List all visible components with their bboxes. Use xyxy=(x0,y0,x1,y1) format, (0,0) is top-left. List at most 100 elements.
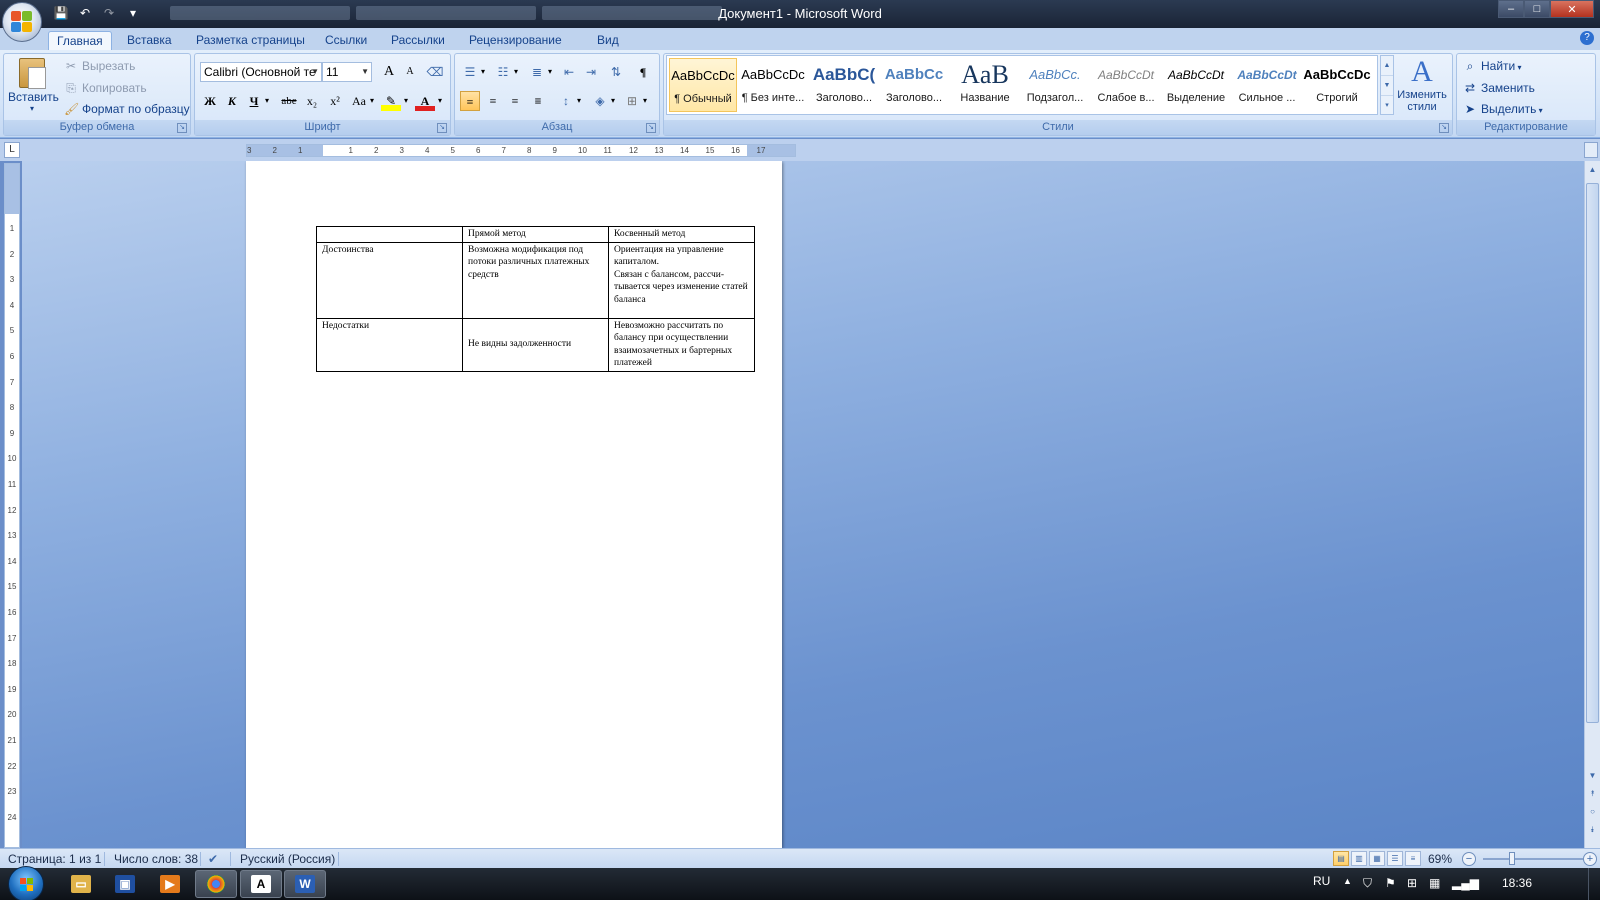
underline-dropdown-icon[interactable]: ▾ xyxy=(262,91,272,111)
change-styles-button[interactable]: A Изменить стили xyxy=(1394,55,1450,117)
paragraph-launcher-icon[interactable]: ↘ xyxy=(646,123,656,133)
start-button[interactable] xyxy=(8,866,44,900)
zoom-slider-thumb[interactable] xyxy=(1509,852,1515,865)
multilevel-dropdown-icon[interactable]: ▾ xyxy=(545,62,555,82)
select-button[interactable]: ➤ Выделить ▾ xyxy=(1463,99,1543,119)
vertical-ruler[interactable]: 1 2 3 4 5 6 7 8 9 10 11 12 13 14 15 16 17 18 19 20 21 22 23 24 xyxy=(4,163,20,848)
shrink-font-button[interactable]: A xyxy=(400,62,420,82)
table-cell[interactable] xyxy=(316,226,463,243)
taskbar-chrome[interactable] xyxy=(195,870,237,898)
paste-dropdown-icon[interactable]: ▾ xyxy=(8,104,56,113)
underline-button[interactable]: Ч xyxy=(244,91,264,111)
show-desktop-button[interactable] xyxy=(1588,868,1600,900)
styles-launcher-icon[interactable]: ↘ xyxy=(1439,123,1449,133)
web-layout-icon[interactable]: ▦ xyxy=(1369,851,1385,866)
style-title[interactable]: AaB Название xyxy=(951,58,1019,112)
page-count[interactable]: Страница: 1 из 1 xyxy=(8,851,101,867)
format-painter-button[interactable]: 🖌 Формат по образцу xyxy=(64,99,190,119)
clipboard-launcher-icon[interactable]: ↘ xyxy=(177,123,187,133)
scroll-up-icon[interactable]: ▲ xyxy=(1586,163,1599,177)
taskbar-media-player[interactable]: ▶ xyxy=(149,870,191,898)
windows-tray-icon[interactable]: ⊞ xyxy=(1407,876,1417,890)
style-heading-2[interactable]: AaBbCc Заголово... xyxy=(880,58,948,112)
bullets-icon[interactable]: ☰ xyxy=(460,62,480,82)
clear-formatting-icon[interactable]: ⌫ xyxy=(425,62,445,82)
font-family-select[interactable]: Calibri (Основной те ▼ xyxy=(200,62,322,82)
outline-icon[interactable]: ☰ xyxy=(1387,851,1403,866)
font-launcher-icon[interactable]: ↘ xyxy=(437,123,447,133)
gallery-up-icon[interactable]: ▲ xyxy=(1381,56,1393,76)
taskbar-word[interactable]: W xyxy=(284,870,326,898)
full-screen-reading-icon[interactable]: ▥ xyxy=(1351,851,1367,866)
italic-button[interactable]: К xyxy=(222,91,242,111)
shading-icon[interactable]: ◈ xyxy=(590,91,610,111)
view-ruler-icon[interactable] xyxy=(1584,142,1598,158)
table-cell[interactable]: Ориентация на управление капиталом. Связ… xyxy=(608,241,755,319)
gallery-more-icon[interactable]: ▾ xyxy=(1381,96,1393,116)
highlight-dropdown-icon[interactable]: ▾ xyxy=(401,91,411,111)
line-spacing-dropdown-icon[interactable]: ▾ xyxy=(574,91,584,111)
taskbar-save-app[interactable]: ▣ xyxy=(104,870,146,898)
zoom-level[interactable]: 69% xyxy=(1428,851,1452,867)
draft-icon[interactable]: ≡ xyxy=(1405,851,1421,866)
zoom-slider[interactable] xyxy=(1483,858,1583,860)
increase-indent-icon[interactable]: ⇥ xyxy=(581,62,601,82)
shield-icon[interactable]: ⛉ xyxy=(1363,876,1372,891)
style-subtitle[interactable]: AaBbCc. Подзагол... xyxy=(1021,58,1089,112)
style-subtle-emphasis[interactable]: AaBbCcDt Слабое в... xyxy=(1092,58,1160,112)
font-color-button[interactable]: A xyxy=(415,91,435,111)
office-button[interactable] xyxy=(2,2,42,42)
taskbar-explorer[interactable]: ▭ xyxy=(60,870,102,898)
grow-font-button[interactable]: A xyxy=(379,62,399,82)
language-indicator[interactable]: Русский (Россия) xyxy=(240,851,335,867)
language-switch[interactable]: RU xyxy=(1313,874,1330,888)
document-page[interactable]: Прямой метод Косвенный метод Достоинства… xyxy=(246,161,782,848)
subscript-button[interactable]: x₂ xyxy=(302,91,322,111)
replace-button[interactable]: ⇄ Заменить xyxy=(1463,78,1535,98)
document-table[interactable]: Прямой метод Косвенный метод Достоинства… xyxy=(316,226,755,372)
tab-references[interactable]: Ссылки xyxy=(317,31,375,50)
network-icon[interactable]: ▦ xyxy=(1429,876,1440,890)
style-strong[interactable]: AaBbCcDc Строгий xyxy=(1303,58,1371,112)
signal-icon[interactable]: ▂▄▆ xyxy=(1452,876,1479,890)
align-right-icon[interactable]: ≡ xyxy=(505,91,525,111)
borders-icon[interactable]: ⊞ xyxy=(622,91,642,111)
cut-button[interactable]: ✂ Вырезать xyxy=(64,56,135,76)
font-color-dropdown-icon[interactable]: ▾ xyxy=(435,91,445,111)
line-spacing-icon[interactable]: ↕ xyxy=(556,91,576,111)
taskbar-app-a[interactable]: A xyxy=(240,870,282,898)
table-cell[interactable]: Прямой метод xyxy=(462,226,609,243)
zoom-in-icon[interactable]: + xyxy=(1583,852,1597,866)
strikethrough-button[interactable]: abe xyxy=(279,91,299,111)
sort-icon[interactable]: ⇅ xyxy=(606,62,626,82)
restore-button[interactable]: □ xyxy=(1524,0,1550,18)
align-left-icon[interactable]: ≡ xyxy=(460,91,480,111)
justify-icon[interactable]: ≡ xyxy=(528,91,548,111)
superscript-button[interactable]: x² xyxy=(325,91,345,111)
align-center-icon[interactable]: ≡ xyxy=(483,91,503,111)
flag-icon[interactable]: ⚑ xyxy=(1385,876,1396,890)
table-cell[interactable]: Возможна модификация под потоки различны… xyxy=(462,241,609,319)
style-no-spacing[interactable]: AaBbCcDc ¶ Без инте... xyxy=(739,58,807,112)
next-page-icon[interactable]: ⯯ xyxy=(1586,823,1599,837)
tab-review[interactable]: Рецензирование xyxy=(461,31,570,50)
browse-object-icon[interactable]: ○ xyxy=(1586,805,1599,819)
shading-dropdown-icon[interactable]: ▾ xyxy=(608,91,618,111)
print-layout-icon[interactable]: ▤ xyxy=(1333,851,1349,866)
help-icon[interactable]: ? xyxy=(1580,31,1594,45)
horizontal-ruler[interactable]: 3 2 1 1 2 3 4 5 6 7 8 9 10 11 12 13 14 15 16 17 xyxy=(246,144,796,157)
bold-button[interactable]: Ж xyxy=(200,91,220,111)
minimize-button[interactable]: – xyxy=(1498,0,1524,18)
highlight-button[interactable]: ✎ xyxy=(381,91,401,111)
proofing-icon[interactable]: ✔ xyxy=(208,851,218,867)
font-size-select[interactable]: 11 ▼ xyxy=(322,62,372,82)
table-cell[interactable]: Достоинства xyxy=(316,241,463,319)
tab-mailings[interactable]: Рассылки xyxy=(383,31,453,50)
bullets-dropdown-icon[interactable]: ▾ xyxy=(478,62,488,82)
change-case-dropdown-icon[interactable]: ▾ xyxy=(367,91,377,111)
style-emphasis[interactable]: AaBbCcDt Выделение xyxy=(1162,58,1230,112)
scrollbar-thumb[interactable] xyxy=(1586,183,1599,723)
show-marks-icon[interactable]: ¶ xyxy=(633,62,653,82)
find-button[interactable]: ⌕ Найти ▾ xyxy=(1463,56,1522,76)
vertical-scrollbar[interactable]: ▲ ▼ ⯭ ○ ⯯ xyxy=(1584,161,1600,848)
